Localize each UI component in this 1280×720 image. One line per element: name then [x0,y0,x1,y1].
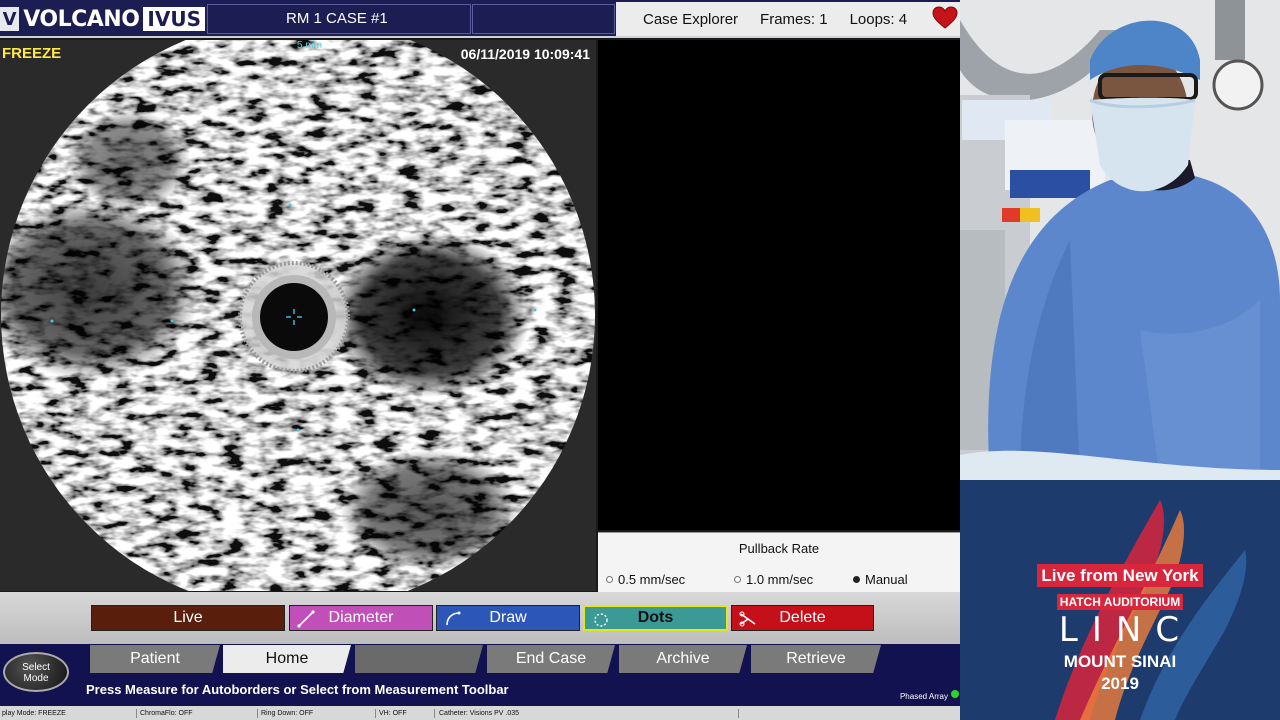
catheter-status: Catheter: Visions PV .035 [439,709,739,718]
pullback-option-0-5[interactable]: 0.5 mm/sec [606,572,685,587]
delete-icon [739,611,756,627]
draw-button[interactable]: Draw [436,605,580,631]
dots-button-label: Dots [637,609,674,626]
status-led-icon [951,690,959,698]
dots-icon [594,613,608,627]
draw-icon [446,611,461,626]
frames-count: Frames: 1 [760,10,828,28]
dots-button[interactable]: Dots [583,605,728,631]
delete-button[interactable]: Delete [731,605,874,631]
pullback-option-1-0[interactable]: 1.0 mm/sec [734,572,813,587]
venue-banner-text: HATCH AUDITORIUM [1056,594,1184,610]
vh-status: VH: OFF [379,709,435,718]
pullback-option-label: Manual [865,572,908,587]
brand-name: VOLCANO [23,6,140,32]
tab-archive[interactable]: Archive [619,645,747,673]
product-name: IVUS [143,7,205,31]
diameter-button-label: Diameter [328,609,394,626]
tab-disabled [355,645,483,673]
pullback-title: Pullback Rate [738,541,820,556]
radio-icon[interactable] [734,576,741,583]
diameter-button[interactable]: Diameter [289,605,433,631]
select-mode-button[interactable]: Select Mode [3,652,69,692]
logo-badge: V [0,7,20,31]
longitudinal-view[interactable] [598,40,960,530]
pullback-option-label: 1.0 mm/sec [746,572,814,587]
tab-retrieve[interactable]: Retrieve [751,645,881,673]
event-year: 2019 [1101,674,1139,693]
scale-label: 5 mm [297,40,322,51]
ivus-cross-section [0,40,596,591]
radio-icon[interactable] [606,576,613,583]
ivus-console: V VOLCANO IVUS RM 1 CASE #1 Case Explore… [0,0,960,720]
status-footer: play Mode: FREEZE ChromaFlo: OFF Ring Do… [0,706,960,720]
heart-icon [932,6,958,29]
pullback-option-label: 0.5 mm/sec [618,572,686,587]
live-banner-text: Live from New York [1037,564,1203,587]
presenter-video [960,0,1280,480]
event-logo-text: LINC [1058,610,1194,650]
chromaflo-status: ChromaFlo: OFF [140,709,258,718]
venue-banner: HATCH AUDITORIUM [960,594,1280,610]
freeze-indicator: FREEZE [2,45,62,62]
host-site: MOUNT SINAI [1063,652,1177,671]
radio-selected-icon[interactable] [853,576,860,583]
timestamp: 06/11/2019 10:09:41 [460,46,590,62]
display-mode-status: play Mode: FREEZE [2,709,137,718]
live-button[interactable]: Live [91,605,285,631]
live-button-label: Live [173,609,203,626]
ivus-image-panel[interactable]: FREEZE 5 mm 06/11/2019 10:09:41 [0,40,596,591]
pullback-option-manual[interactable]: Manual [853,572,908,587]
ringdown-status: Ring Down: OFF [261,709,376,718]
live-banner: Live from New York [960,564,1280,587]
tab-end-case[interactable]: End Case [487,645,615,673]
tab-patient[interactable]: Patient [90,645,220,673]
presenter-image [960,0,1280,480]
top-bar: V VOLCANO IVUS RM 1 CASE #1 Case Explore… [0,0,960,38]
case-explorer-bar[interactable]: Case Explorer Frames: 1 Loops: 4 [616,2,960,36]
pullback-rate-panel: Pullback Rate 0.5 mm/sec 1.0 mm/sec Manu… [598,532,960,592]
draw-button-label: Draw [489,609,527,626]
tab-home[interactable]: Home [223,645,351,673]
phased-array-label: Phased Array [899,692,948,701]
volcano-logo: V VOLCANO IVUS [0,4,205,34]
case-explorer-label[interactable]: Case Explorer [643,11,738,28]
title-box-empty [472,4,615,34]
diameter-icon [297,610,315,628]
status-message: Press Measure for Autoborders or Select … [86,682,509,697]
loops-count: Loops: 4 [849,10,908,28]
event-branding: Live from New York HATCH AUDITORIUM LINC… [960,480,1280,720]
delete-button-label: Delete [779,609,826,626]
case-title: RM 1 CASE #1 [207,4,471,34]
